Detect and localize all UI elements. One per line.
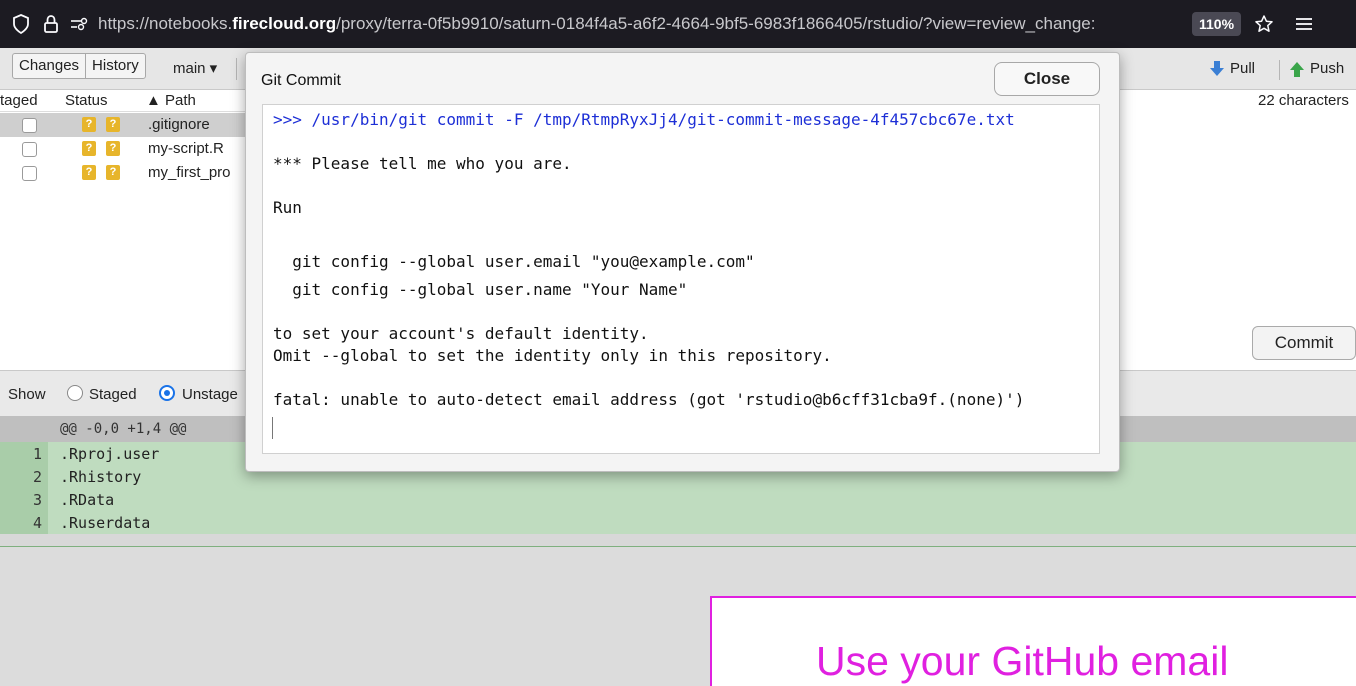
hunk-text: @@ -0,0 +1,4 @@: [60, 421, 187, 437]
line-text: .Ruserdata: [60, 514, 151, 532]
push-label: Push: [1310, 60, 1345, 77]
output-error-line: fatal: unable to auto-detect email addre…: [273, 390, 1025, 409]
staged-radio[interactable]: [67, 385, 83, 401]
annotation-callout: Use your GitHub email: [710, 596, 1356, 686]
pull-label: Pull: [1230, 60, 1256, 77]
git-commit-dialog: Git Commit Close >>> /usr/bin/git commit…: [245, 52, 1120, 472]
status-badge: ?: [106, 141, 120, 156]
status-badge: ?: [82, 141, 96, 156]
status-badge: ?: [106, 117, 120, 132]
line-number: 3: [0, 488, 48, 511]
push-arrow-icon: [1290, 61, 1304, 77]
staged-radio-label[interactable]: Staged: [89, 386, 137, 403]
status-badge: ?: [106, 165, 120, 180]
push-button[interactable]: Push: [1290, 60, 1344, 77]
output-line: Omit --global to set the identity only i…: [273, 346, 832, 365]
url-prefix: https://notebooks.: [98, 14, 233, 33]
line-number: 2: [0, 465, 48, 488]
diff-line: 3 .RData: [0, 488, 1356, 511]
text-cursor: [272, 417, 273, 439]
output-line: to set your account's default identity.: [273, 324, 649, 343]
browser-toolbar: https://notebooks.firecloud.org/proxy/te…: [0, 0, 1356, 48]
url-domain: firecloud.org: [232, 14, 337, 33]
file-name: .gitignore: [148, 116, 210, 133]
pull-arrow-icon: [1210, 60, 1224, 76]
show-label: Show: [8, 386, 46, 403]
permissions-icon[interactable]: [66, 11, 92, 37]
line-text: .Rhistory: [60, 468, 142, 486]
col-status[interactable]: Status: [65, 92, 108, 109]
stage-checkbox[interactable]: [22, 142, 37, 157]
output-line: *** Please tell me who you are.: [273, 154, 572, 173]
pull-button[interactable]: Pull: [1210, 60, 1255, 77]
stage-checkbox[interactable]: [22, 166, 37, 181]
status-badge: ?: [82, 117, 96, 132]
char-count: 22 characters: [1258, 92, 1349, 109]
tab-history[interactable]: History: [85, 54, 145, 78]
commit-message-input[interactable]: [1120, 110, 1356, 330]
address-bar[interactable]: https://notebooks.firecloud.org/proxy/te…: [98, 14, 1178, 34]
line-number: 4: [0, 511, 48, 534]
toolbar-divider: [236, 58, 237, 80]
shield-icon[interactable]: [8, 11, 34, 37]
output-line: git config --global user.email "you@exam…: [273, 252, 755, 271]
status-badge: ?: [82, 165, 96, 180]
line-number: 1: [0, 442, 48, 465]
output-command-line: >>> /usr/bin/git commit -F /tmp/RtmpRyxJ…: [273, 110, 1015, 129]
annotation-text: Use your GitHub email: [816, 638, 1229, 684]
toolbar-divider: [1279, 60, 1280, 80]
bookmark-star-icon[interactable]: [1251, 11, 1277, 37]
stage-checkbox[interactable]: [22, 118, 37, 133]
line-text: .Rproj.user: [60, 445, 160, 463]
col-path[interactable]: ▲ Path: [146, 92, 196, 109]
tab-changes[interactable]: Changes: [13, 54, 85, 78]
git-output-console[interactable]: >>> /usr/bin/git commit -F /tmp/RtmpRyxJ…: [262, 104, 1100, 454]
line-text: .RData: [60, 491, 115, 509]
menu-icon[interactable]: [1291, 11, 1317, 37]
file-name: my_first_pro: [148, 164, 231, 181]
commit-button[interactable]: Commit: [1252, 326, 1356, 360]
unstaged-radio-label[interactable]: Unstage: [182, 386, 238, 403]
branch-dropdown[interactable]: main ▾: [173, 59, 217, 77]
file-row[interactable]: ? ? my_first_pro: [0, 161, 260, 185]
view-switcher: Changes History: [12, 53, 146, 79]
diff-line: 4 .Ruserdata: [0, 511, 1356, 534]
file-row[interactable]: ? ? .gitignore: [0, 113, 260, 137]
col-staged[interactable]: taged: [0, 92, 38, 109]
output-line: git config --global user.name "Your Name…: [273, 280, 688, 299]
unstaged-radio[interactable]: [159, 385, 175, 401]
zoom-level-badge[interactable]: 110%: [1192, 12, 1242, 36]
file-name: my-script.R: [148, 140, 224, 157]
url-rest: /proxy/terra-0f5b9910/saturn-0184f4a5-a6…: [336, 14, 1096, 33]
output-line: Run: [273, 198, 302, 217]
close-button[interactable]: Close: [994, 62, 1100, 96]
dialog-title: Git Commit: [261, 72, 341, 89]
file-row[interactable]: ? ? my-script.R: [0, 137, 260, 161]
lock-icon[interactable]: [38, 11, 64, 37]
